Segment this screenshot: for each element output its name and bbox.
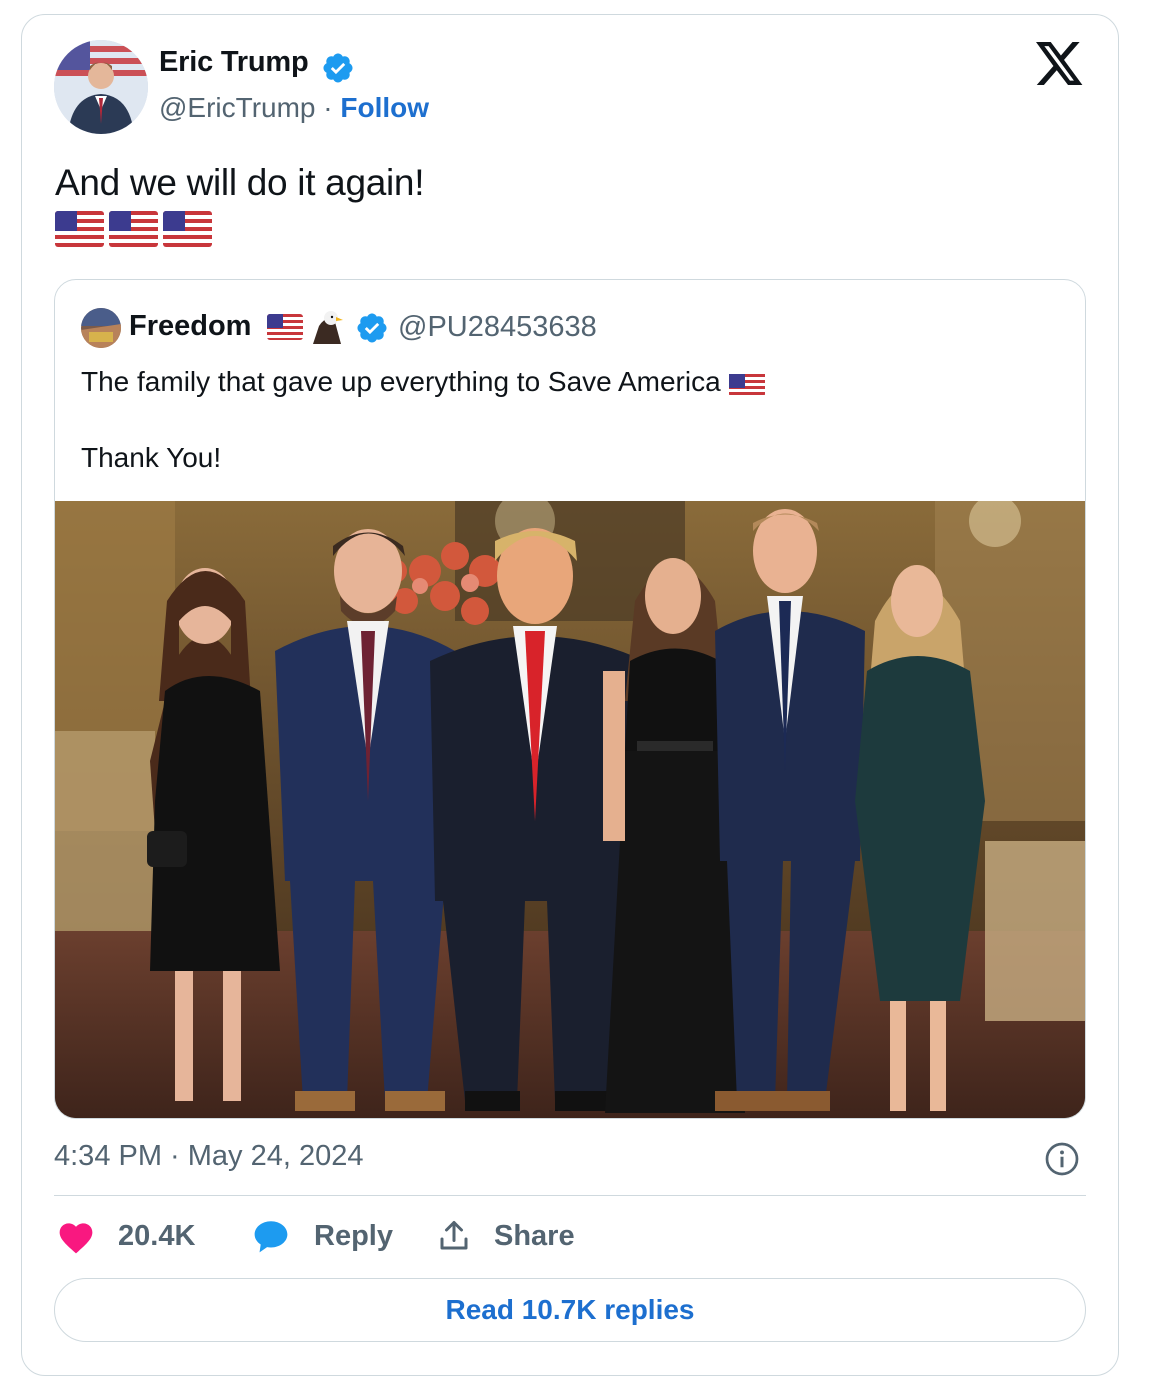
quoted-author-avatar[interactable] xyxy=(81,308,121,348)
tweet-timestamp[interactable]: 4:34 PM · May 24, 2024 xyxy=(54,1140,364,1173)
tweet-text: And we will do it again! xyxy=(55,162,425,203)
x-logo-icon[interactable] xyxy=(1036,42,1084,86)
quoted-text-line1: The family that gave up everything to Sa… xyxy=(81,366,721,397)
follow-button[interactable]: Follow xyxy=(340,92,429,123)
author-handle[interactable]: @EricTrump xyxy=(159,92,316,123)
reply-label: Reply xyxy=(314,1219,393,1252)
heart-icon xyxy=(59,1223,93,1254)
eagle-icon xyxy=(313,311,343,344)
author-name[interactable]: Eric Trump xyxy=(159,46,309,79)
author-avatar[interactable] xyxy=(54,40,148,134)
us-flag-icon xyxy=(728,371,765,397)
verified-badge-icon xyxy=(323,53,353,83)
read-replies-button[interactable]: Read 10.7K replies xyxy=(54,1278,1086,1342)
footer-divider xyxy=(54,1195,1086,1196)
group-photo[interactable] xyxy=(55,501,1085,1119)
us-flag-icon xyxy=(267,314,303,340)
read-replies-label: Read 10.7K replies xyxy=(445,1294,695,1325)
share-label: Share xyxy=(494,1219,575,1252)
quoted-author-handle[interactable]: @PU28453638 xyxy=(398,311,597,344)
us-flag-icon xyxy=(109,211,158,247)
share-icon xyxy=(440,1221,468,1250)
us-flag-icon xyxy=(55,211,104,247)
quoted-author-name[interactable]: Freedom xyxy=(129,310,251,343)
share-button[interactable]: Share xyxy=(436,1218,575,1254)
like-count: 20.4K xyxy=(118,1219,196,1252)
us-flag-icon xyxy=(163,211,212,247)
quoted-tweet-text: The family that gave up everything to Sa… xyxy=(81,362,1041,401)
separator-dot: · xyxy=(323,92,333,123)
quoted-tweet[interactable]: Freedom @PU28453638 The family that gave… xyxy=(54,279,1086,1119)
reply-button[interactable]: Reply xyxy=(250,1218,393,1254)
info-icon[interactable] xyxy=(1044,1141,1080,1177)
quoted-text-line2: Thank You! xyxy=(81,442,222,473)
tweet-emoji-row xyxy=(55,211,212,247)
like-button[interactable]: 20.4K xyxy=(56,1218,195,1254)
verified-badge-icon xyxy=(357,313,387,343)
author-handle-row: @EricTrump · Follow xyxy=(159,92,429,124)
reply-bubble-icon xyxy=(254,1221,288,1253)
